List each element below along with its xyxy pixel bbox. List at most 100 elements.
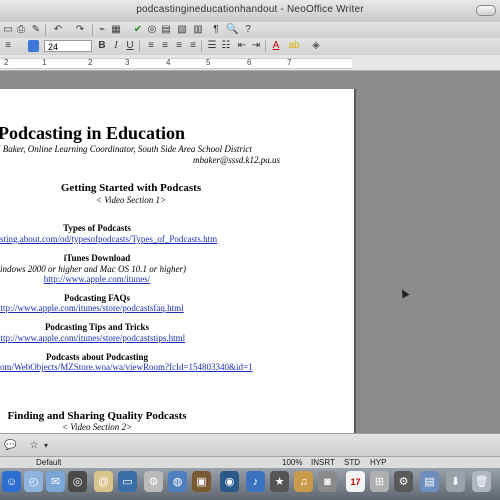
underline-icon[interactable]: U: [124, 40, 136, 52]
toolbar-toggle-button[interactable]: [476, 5, 496, 16]
desktop-icon[interactable]: ▭: [118, 471, 137, 492]
section2-subheading: < Video Section 2>: [61, 422, 133, 432]
byline-author: l Baker, Online Learning Coordinator, So…: [0, 144, 252, 154]
hyperlink-icon[interactable]: ⌁: [96, 24, 108, 36]
document-canvas[interactable]: Podcasting in Education l Baker, Online …: [0, 71, 500, 433]
drawing-toolbar: 💬 ☆ ▾: [0, 433, 500, 457]
separator: [45, 24, 46, 36]
ichat-icon[interactable]: ◉: [220, 471, 239, 492]
increase-indent-icon[interactable]: ⇥: [250, 40, 262, 52]
window-title: podcastingineducationhandout - NeoOffice…: [136, 4, 364, 15]
ruler-number: 5: [206, 58, 211, 67]
types-link[interactable]: sting.about.com/od/typesofpodcasts/Types…: [0, 234, 290, 244]
iphoto-icon[interactable]: ◙: [318, 471, 337, 492]
pdf-export-icon[interactable]: ▭: [2, 24, 14, 36]
mouse-pointer-icon: [398, 287, 410, 299]
edit-pencil-icon[interactable]: ✎: [30, 24, 42, 36]
align-left-icon[interactable]: ≡: [145, 40, 157, 52]
undo-icon[interactable]: ↶: [52, 24, 64, 36]
downloads-icon[interactable]: ⬇: [446, 471, 465, 492]
faq-heading: Podcasting FAQs: [63, 293, 131, 303]
formatting-toolbar: ≡ 24 B I U ≡ ≡ ≡ ≡ ☰ ☷ ⇤ ⇥ A ab ◈: [0, 38, 500, 56]
gallery-icon[interactable]: ▧: [176, 24, 188, 36]
print-icon[interactable]: ⎙: [15, 24, 27, 36]
document-page[interactable]: Podcasting in Education l Baker, Online …: [0, 89, 354, 433]
byline-email: mbaker@sssd.k12.pa.us: [192, 155, 280, 165]
font-size-field[interactable]: 24: [44, 40, 92, 52]
checkmark-icon[interactable]: ✔: [132, 24, 144, 36]
ruler-number: 6: [247, 58, 252, 67]
preview-icon[interactable]: ⊞: [370, 471, 389, 492]
mail-icon[interactable]: ✉: [46, 471, 65, 492]
trash-icon[interactable]: 🗑: [472, 471, 491, 492]
time-machine-icon[interactable]: ⚙: [144, 471, 163, 492]
font-color-icon[interactable]: A: [270, 40, 282, 52]
ruler-number: 4: [166, 58, 171, 67]
callout-icon[interactable]: 💬: [4, 440, 16, 452]
standard-toolbar: ▭ ⎙ ✎ ↶ ↷ ⌁ ▦ ✔ ◎ ▤ ▧ ▥ ¶ 🔍 ?: [0, 22, 500, 39]
about-link[interactable]: om/WebObjects/MZStore.woa/wa/viewRoom?fc…: [0, 362, 290, 372]
photo-icon[interactable]: ▣: [192, 471, 211, 492]
bold-icon[interactable]: B: [96, 40, 108, 52]
dock: ☺ ◴ ✉ ◎ @ ▭ ⚙ ◍ ▣ ◉ ♪ ★ ♫ ◙ 17 ⊞ ⚙ ▤ ⬇ 🗑: [0, 468, 500, 500]
hyphenation-label: HYP: [370, 458, 387, 467]
separator: [201, 40, 202, 52]
highlight-icon[interactable]: ab: [288, 40, 300, 52]
section1-subheading: < Video Section 1>: [95, 195, 167, 205]
garageband-icon[interactable]: ♫: [294, 471, 313, 492]
tips-link[interactable]: http://www.apple.com/itunes/store/podcas…: [0, 333, 286, 343]
section1-heading: Getting Started with Podcasts: [60, 182, 202, 194]
imovie-icon[interactable]: ★: [270, 471, 289, 492]
itunes-note: indows 2000 or higher and Mac OS 10.1 or…: [0, 264, 186, 274]
safari-icon[interactable]: ◎: [68, 471, 87, 492]
ruler-number: 2: [4, 58, 9, 67]
selection-mode-label[interactable]: STD: [344, 458, 360, 467]
about-heading: Podcasts about Podcasting: [45, 352, 148, 362]
ruler-number: 3: [125, 58, 130, 67]
ruler-number: 7: [287, 58, 292, 67]
nonprinting-chars-icon[interactable]: ¶: [210, 24, 222, 36]
dashboard-icon[interactable]: ◴: [24, 471, 43, 492]
globe-icon[interactable]: ◍: [168, 471, 187, 492]
ruler-strip: [0, 58, 352, 69]
align-right-icon[interactable]: ≡: [173, 40, 185, 52]
datasource-icon[interactable]: ▥: [192, 24, 204, 36]
ruler-number: 2: [88, 58, 93, 67]
styles-icon[interactable]: ≡: [2, 40, 14, 52]
align-center-icon[interactable]: ≡: [159, 40, 171, 52]
decrease-indent-icon[interactable]: ⇤: [236, 40, 248, 52]
finder-icon[interactable]: ☺: [2, 471, 21, 492]
chevron-down-icon[interactable]: ▾: [40, 440, 52, 452]
ruler-number: 1: [42, 58, 47, 67]
page-style-label[interactable]: Default: [36, 458, 61, 467]
star-shapes-icon[interactable]: ☆: [28, 440, 40, 452]
tips-heading: Podcasting Tips and Tricks: [44, 322, 150, 332]
font-name-dropdown-button[interactable]: [28, 40, 39, 52]
ical-icon[interactable]: 17: [346, 471, 365, 492]
justify-icon[interactable]: ≡: [187, 40, 199, 52]
draw-functions-icon[interactable]: ◎: [146, 24, 158, 36]
help-icon[interactable]: ?: [242, 24, 254, 36]
background-color-icon[interactable]: ◈: [310, 40, 322, 52]
numbering-icon[interactable]: ☰: [206, 40, 218, 52]
types-heading: Types of Podcasts: [63, 223, 131, 233]
separator: [139, 40, 140, 52]
horizontal-ruler[interactable]: 2 1 2 3 4 5 6 7: [0, 55, 500, 71]
system-preferences-icon[interactable]: ⚙: [394, 471, 413, 492]
zoom-label[interactable]: 100%: [282, 458, 302, 467]
zoom-icon[interactable]: 🔍: [226, 24, 238, 36]
bullets-icon[interactable]: ☷: [220, 40, 232, 52]
faq-link[interactable]: http://www.apple.com/itunes/store/podcas…: [0, 303, 286, 313]
redo-icon[interactable]: ↷: [74, 24, 86, 36]
italic-icon[interactable]: I: [110, 40, 122, 52]
window-titlebar: podcastingineducationhandout - NeoOffice…: [0, 0, 500, 23]
table-icon[interactable]: ▦: [110, 24, 122, 36]
folder-icon[interactable]: ▤: [420, 471, 439, 492]
address-book-icon[interactable]: @: [94, 471, 113, 492]
insert-mode-label[interactable]: INSRT: [311, 458, 335, 467]
section2-heading: Finding and Sharing Quality Podcasts: [7, 410, 187, 422]
itunes-link[interactable]: http://www.apple.com/itunes/: [0, 274, 242, 284]
navigator-icon[interactable]: ▤: [160, 24, 172, 36]
itunes-icon[interactable]: ♪: [246, 471, 265, 492]
separator: [265, 40, 266, 52]
